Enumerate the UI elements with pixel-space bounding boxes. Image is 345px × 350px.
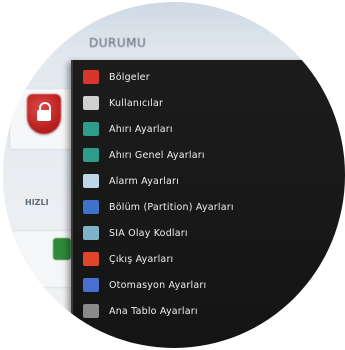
menu-item-partition-settings[interactable]: Bölüm (Partition) Ayarları	[83, 194, 345, 220]
users-icon	[83, 96, 99, 110]
menu-item-output-settings[interactable]: Çıkış Ayarları	[83, 246, 345, 272]
alarm-icon	[83, 174, 99, 188]
quick-label: HIZLI	[25, 198, 49, 207]
menu-item-label: Bölgeler	[109, 71, 150, 83]
green-lock-icon	[53, 238, 71, 260]
menu-item-label: SIA Olay Kodları	[109, 227, 188, 239]
menu-item-label: Ahırı Genel Ayarları	[109, 149, 205, 161]
menu-item-label: Otomasyon Ayarları	[109, 279, 207, 291]
menu-item-label: Ahırı Ayarları	[109, 123, 173, 135]
barn-general-settings-icon	[83, 148, 99, 162]
partition-icon	[83, 200, 99, 214]
menu-item-barn-general-settings[interactable]: Ahırı Genel Ayarları	[83, 142, 345, 168]
menu-item-label: Alarm Ayarları	[109, 175, 179, 187]
barn-settings-icon	[83, 122, 99, 136]
output-icon	[83, 252, 99, 266]
lock-body-icon	[37, 110, 51, 121]
screenshot-canvas: DURUMU HIZLI Tüm Ko Bölgeler Kullanıcıla…	[0, 0, 345, 350]
lens-view: DURUMU HIZLI Tüm Ko Bölgeler Kullanıcıla…	[3, 2, 345, 348]
sia-codes-icon	[83, 226, 99, 240]
quick-card-label: Tüm Ko	[15, 274, 34, 280]
settings-dropdown-menu: Bölgeler Kullanıcılar Ahırı Ayarları Ahı…	[71, 60, 345, 348]
menu-item-alarm-settings[interactable]: Alarm Ayarları	[83, 168, 345, 194]
top-bar: DURUMU	[3, 2, 345, 60]
menu-item-automation-settings[interactable]: Otomasyon Ayarları	[83, 272, 345, 298]
status-title: DURUMU	[89, 36, 147, 50]
menu-item-label: Ana Tablo Ayarları	[109, 305, 198, 317]
menu-item-label: Çıkış Ayarları	[109, 253, 174, 265]
menu-item-regions[interactable]: Bölgeler	[83, 64, 345, 90]
menu-item-table-settings[interactable]: Ana Tablo Ayarları	[83, 298, 345, 324]
table-settings-icon	[83, 304, 99, 318]
menu-item-sia-codes[interactable]: SIA Olay Kodları	[83, 220, 345, 246]
automation-icon	[83, 278, 99, 292]
menu-item-label: Kullanıcılar	[109, 97, 164, 109]
menu-item-barn-settings[interactable]: Ahırı Ayarları	[83, 116, 345, 142]
regions-icon	[83, 70, 99, 84]
menu-item-label: Bölüm (Partition) Ayarları	[109, 201, 234, 213]
menu-item-users[interactable]: Kullanıcılar	[83, 90, 345, 116]
